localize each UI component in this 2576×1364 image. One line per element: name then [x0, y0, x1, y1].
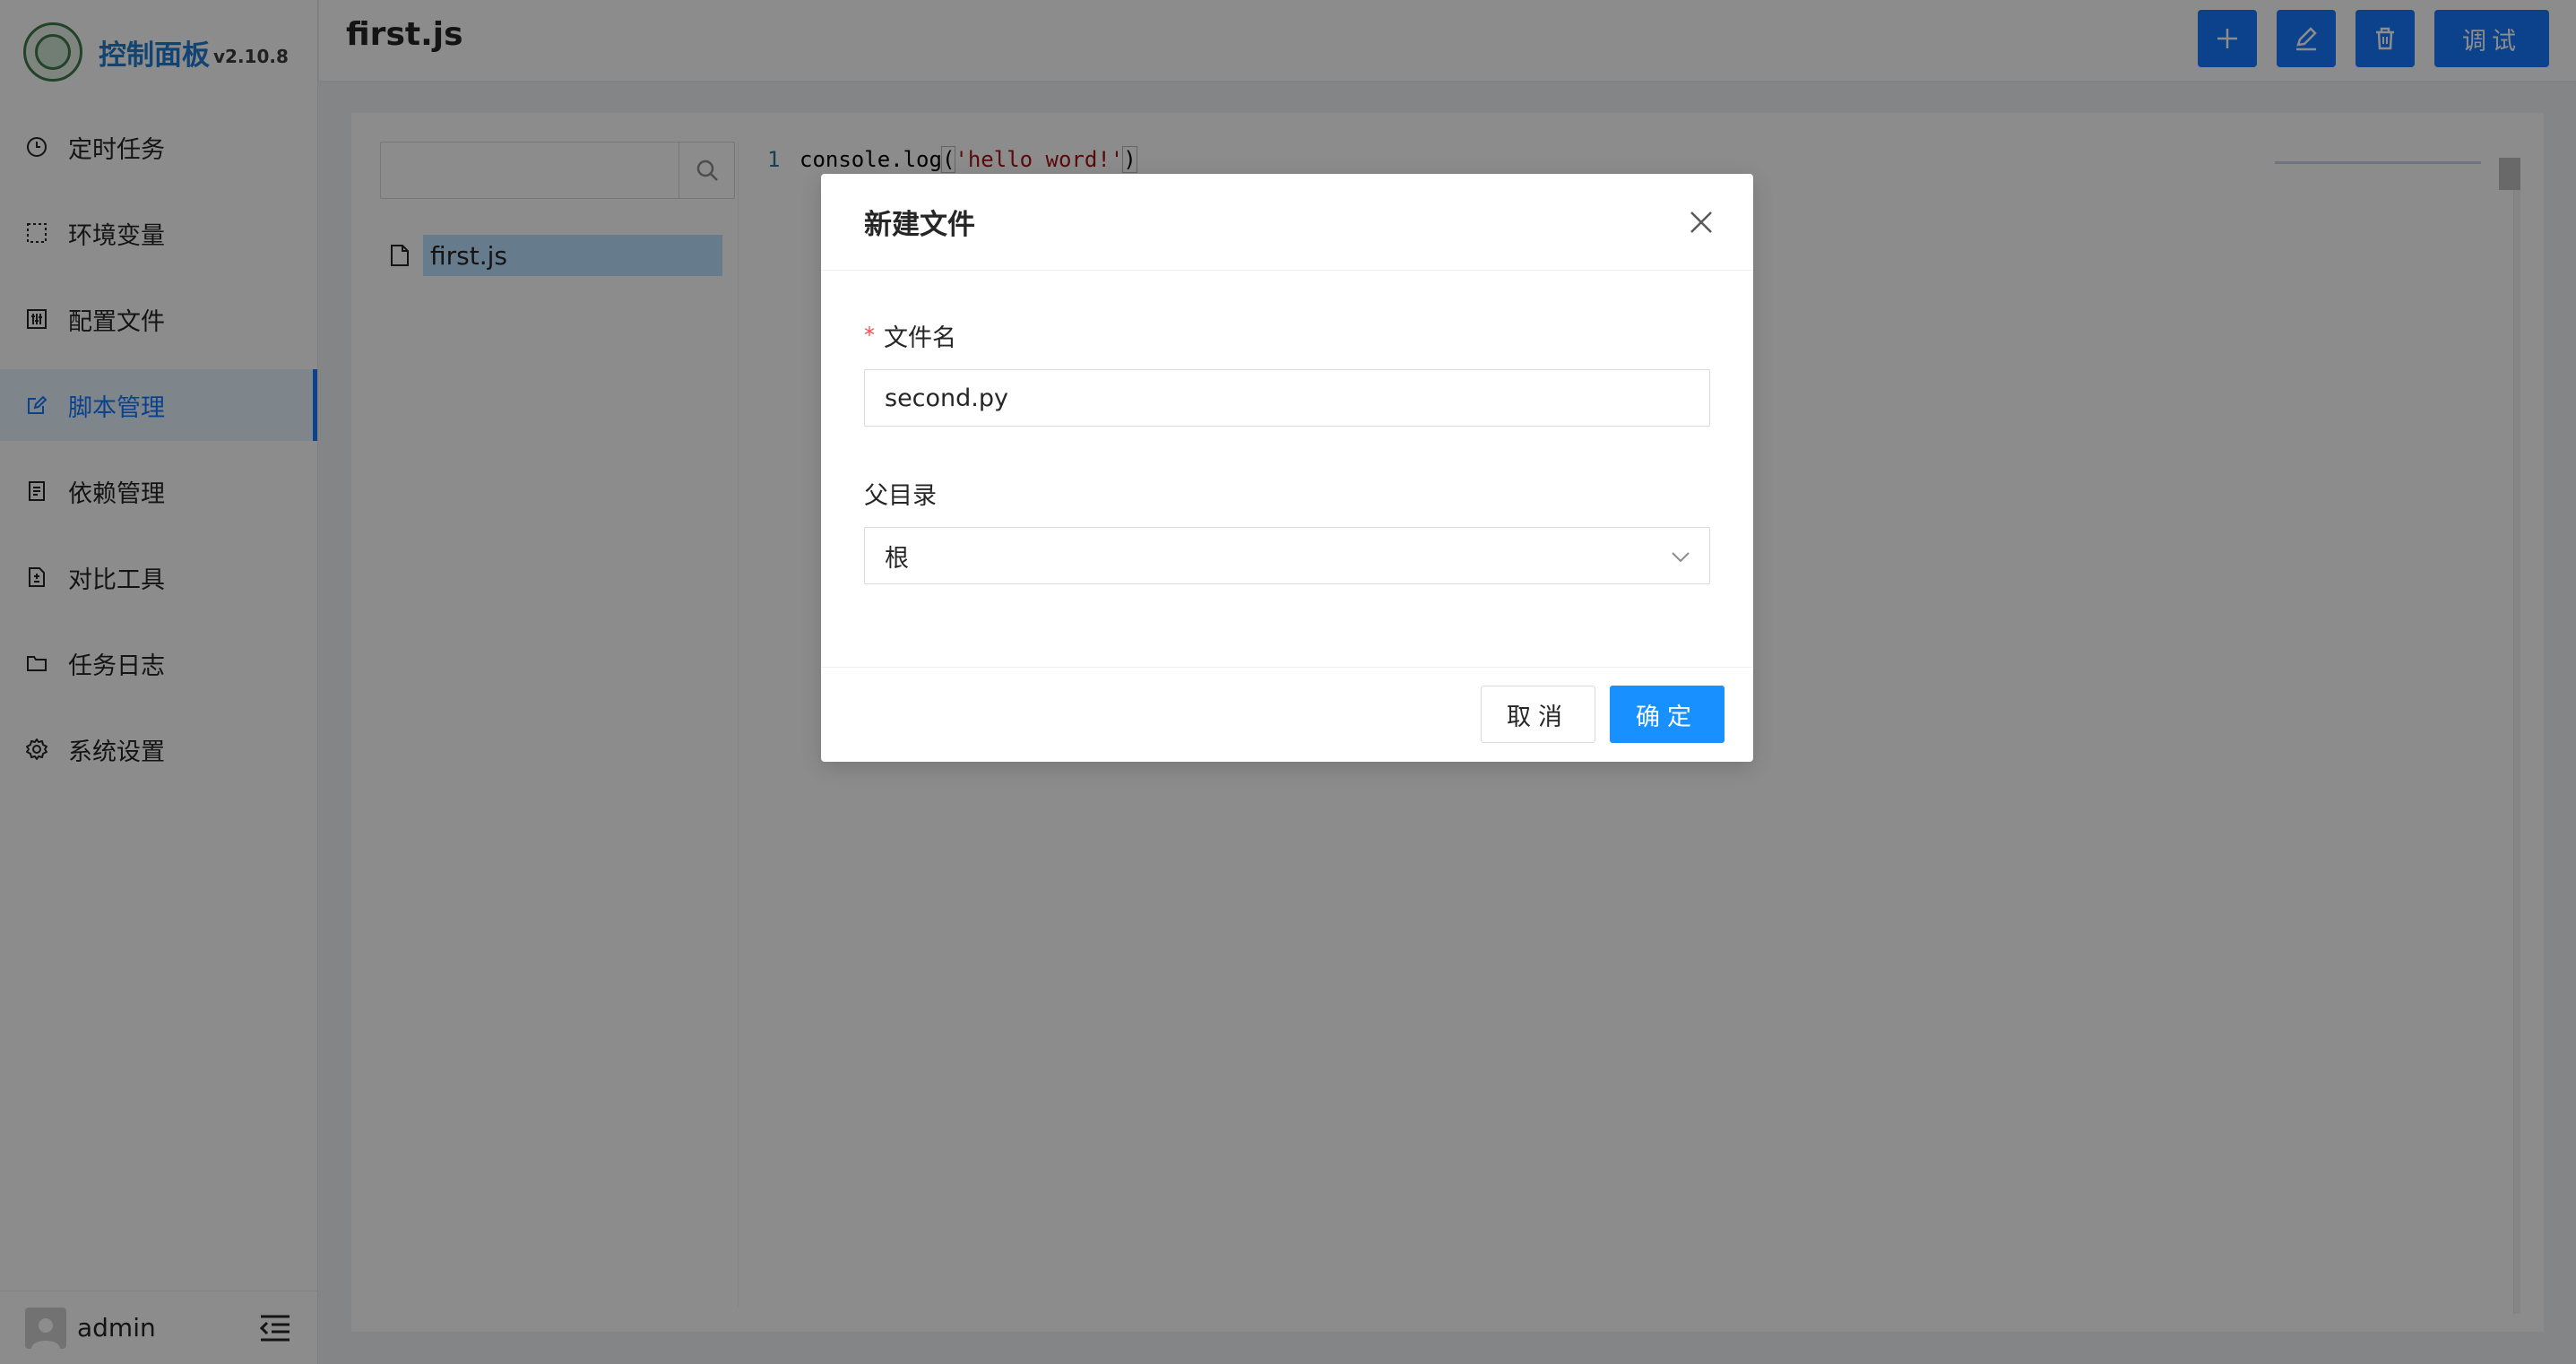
chevron-down-icon: [1672, 552, 1690, 563]
dialog-header: 新建文件: [821, 174, 1753, 271]
close-icon: [1690, 212, 1712, 233]
cancel-button[interactable]: 取消: [1481, 686, 1595, 743]
parent-dir-label: 父目录: [864, 481, 937, 510]
filename-label: * 文件名: [864, 323, 956, 352]
dialog-body: * 文件名 second.py 父目录 根: [864, 317, 1710, 584]
confirm-button[interactable]: 确定: [1610, 686, 1725, 743]
parent-dir-value: 根: [885, 544, 909, 573]
dialog-title: 新建文件: [864, 209, 975, 241]
close-button[interactable]: [1685, 206, 1717, 238]
parent-dir-select[interactable]: 根: [864, 527, 1710, 584]
required-mark: *: [864, 323, 875, 348]
dialog-footer: 取消 确定: [821, 667, 1753, 762]
new-file-dialog: 新建文件 * 文件名 second.py 父目录 根 取消 确定: [821, 174, 1753, 762]
filename-input[interactable]: second.py: [864, 369, 1710, 427]
